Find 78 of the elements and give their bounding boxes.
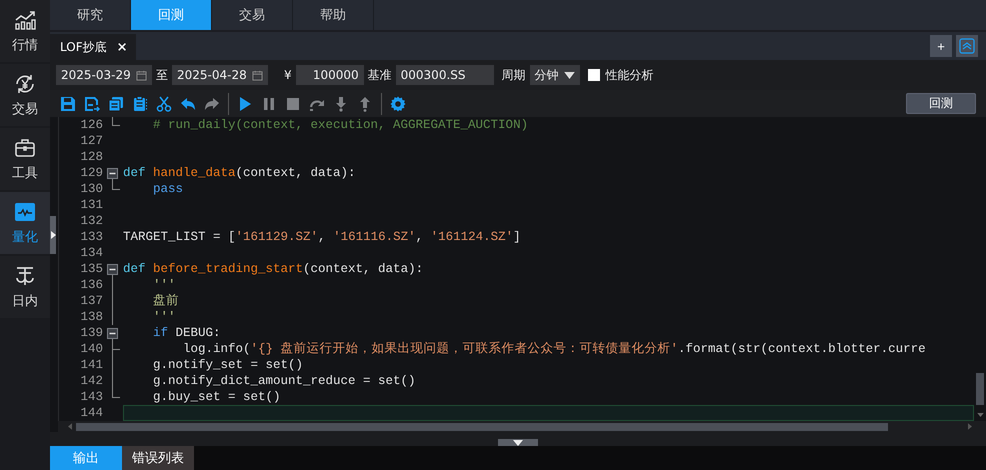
panel-tab[interactable]: 错误列表: [122, 446, 194, 470]
line-number: 143: [79, 389, 104, 405]
sidebar-item[interactable]: 工具: [0, 128, 50, 190]
play-icon[interactable]: [237, 96, 253, 112]
code-line: def before_trading_start(context, data):: [123, 261, 424, 277]
file-tab-label: LOF抄底: [60, 38, 107, 56]
fold-toggle-icon[interactable]: [107, 328, 118, 339]
line-number: 138: [79, 309, 104, 325]
line-number: 135: [79, 261, 104, 277]
backtest-button[interactable]: 回测: [906, 93, 976, 114]
benchmark-field[interactable]: 000300.SS: [396, 65, 494, 85]
line-number: 128: [79, 149, 104, 165]
line-number: 142: [79, 373, 104, 389]
sidebar-item[interactable]: 量化: [0, 192, 50, 254]
sidebar-item[interactable]: 日内: [0, 256, 50, 318]
caret-icon: [564, 72, 575, 78]
fold-toggle-icon[interactable]: [107, 168, 118, 179]
line-number: 144: [79, 405, 104, 421]
line-number: 137: [79, 293, 104, 309]
line-number: 130: [79, 181, 104, 197]
close-button[interactable]: ×: [116, 40, 128, 54]
line-number: 127: [79, 133, 104, 149]
code-line: pass: [152, 181, 184, 197]
currency-label: ¥: [284, 68, 292, 82]
scrollbar-thumb[interactable]: [76, 422, 888, 431]
line-number: 136: [79, 277, 104, 293]
end-date-field[interactable]: 2025-04-28: [172, 65, 268, 85]
file-tab[interactable]: LOF抄底 ×: [50, 34, 136, 60]
line-number: 141: [79, 357, 104, 373]
scissors-icon[interactable]: [156, 96, 172, 112]
code-line: g.buy_set = set(): [152, 389, 282, 405]
code-line: ''': [152, 277, 177, 293]
bar-chart-icon: [13, 8, 37, 32]
collapse-button[interactable]: [956, 35, 978, 57]
sidebar-toggle-handle[interactable]: [50, 216, 56, 254]
line-number: 129: [79, 165, 104, 181]
save-icon[interactable]: [60, 96, 76, 112]
save-as-icon[interactable]: [84, 96, 100, 112]
sidebar-item[interactable]: 行情: [0, 0, 50, 62]
code-line: log.info('{} 盘前运行开始，如果出现问题，可联系作者公众号：可转债量化分析'.format(str(context.blotter.curre: [182, 341, 927, 357]
line-number: 126: [79, 117, 104, 133]
line-number: 132: [79, 213, 104, 229]
scale-icon: [13, 264, 37, 288]
code-line: # run_daily(context, execution, AGGREGATE_AUCTION): [152, 117, 530, 133]
checkbox[interactable]: [588, 69, 600, 81]
line-number: 131: [79, 197, 104, 213]
line-number: 134: [79, 245, 104, 261]
checkbox-label: 性能分析: [606, 66, 654, 84]
fold-toggle-icon[interactable]: [107, 264, 118, 275]
period-label: 周期: [502, 66, 526, 84]
code-line: TARGET_LIST = ['161129.SZ', '161116.SZ', '161124.SZ']: [123, 229, 522, 245]
code-line: if DEBUG:: [152, 325, 222, 341]
clipboard-icon[interactable]: [132, 96, 148, 112]
yen-cycle-icon: [13, 72, 37, 96]
to-label: 至: [156, 66, 168, 84]
settings-icon[interactable]: [390, 96, 406, 112]
code-line: 盘前: [152, 293, 180, 309]
code-line: g.notify_dict_amount_reduce = set(): [152, 373, 417, 389]
capital-field[interactable]: 100000: [296, 65, 364, 85]
calendar-icon[interactable]: [136, 70, 147, 80]
code-line: g.notify_set = set(): [152, 357, 304, 373]
scrollbar-thumb[interactable]: [976, 373, 984, 405]
line-number: 140: [79, 341, 104, 357]
start-date-field[interactable]: 2025-03-29: [56, 65, 152, 85]
code-line: def handle_data(context, data):: [123, 165, 357, 181]
code-line: ''': [152, 309, 177, 325]
benchmark-label: 基准: [368, 66, 392, 84]
period-dropdown[interactable]: 分钟: [530, 65, 580, 85]
pulse-monitor-icon: [13, 200, 37, 224]
line-number: 139: [79, 325, 104, 341]
scroll-down-icon[interactable]: [976, 413, 984, 417]
copy-icon[interactable]: [108, 96, 124, 112]
panel-toggle-handle[interactable]: [498, 439, 538, 446]
line-number: 133: [79, 229, 104, 245]
calendar-icon[interactable]: [252, 70, 263, 80]
add-button[interactable]: +: [930, 35, 952, 57]
undo-icon[interactable]: [180, 96, 196, 112]
sidebar-item[interactable]: 交易: [0, 64, 50, 126]
